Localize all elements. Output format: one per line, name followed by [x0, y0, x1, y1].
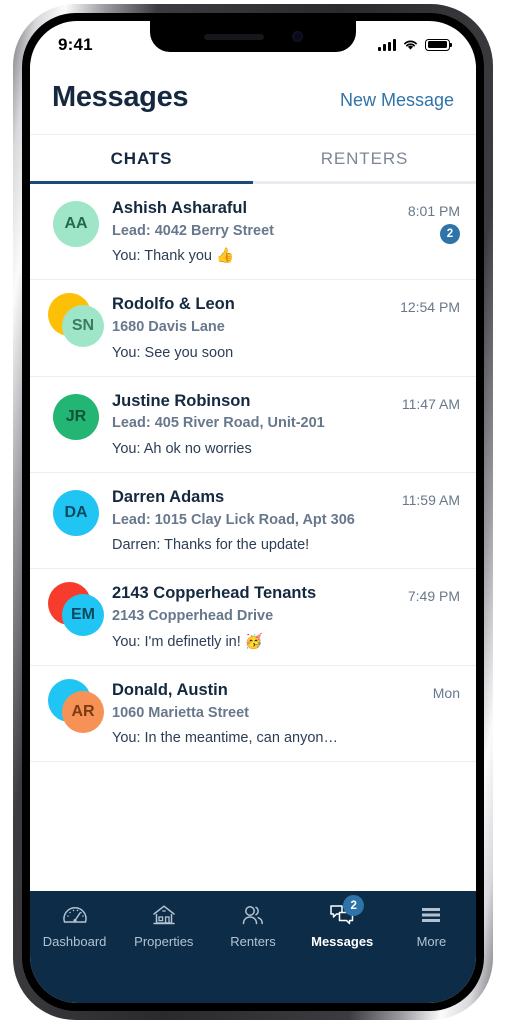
chat-text-block: Donald, Austin 1060 Marietta Street You:…: [112, 679, 386, 749]
new-message-button[interactable]: New Message: [340, 90, 454, 111]
unread-badge: 2: [440, 224, 460, 244]
page-title: Messages: [52, 81, 189, 113]
tab-renters[interactable]: RENTERS: [253, 135, 476, 184]
chat-preview: You: Ah ok no worries: [112, 441, 252, 458]
tab-chats[interactable]: CHATS: [30, 135, 253, 184]
chat-bubbles-icon: 2: [328, 895, 365, 928]
nav-item-renters[interactable]: Renters: [208, 902, 297, 949]
avatar: AA: [46, 197, 108, 255]
nav-label: Messages: [311, 934, 374, 949]
avatar-initials-circle: AR: [62, 690, 104, 733]
wifi-icon: [404, 40, 417, 50]
nav-unread-badge: 2: [343, 895, 365, 916]
nav-label: Properties: [134, 934, 194, 949]
chat-list-item[interactable]: SN Rodolfo & Leon 1680 Davis Lane You: S…: [30, 280, 476, 377]
avatar-initials-circle: JR: [53, 393, 99, 440]
avatar-group: SN: [46, 293, 108, 351]
chat-meta: 11:59 AM: [386, 486, 460, 508]
chat-name: Donald, Austin: [112, 680, 228, 699]
avatar-group: AR: [46, 678, 108, 737]
chat-list-item[interactable]: JR Justine Robinson Lead: 405 River Road…: [30, 377, 476, 474]
chat-timestamp: 11:47 AM: [401, 395, 460, 412]
chat-subtitle: Lead: 1015 Clay Lick Road, Apt 306: [112, 511, 355, 528]
chat-list-item[interactable]: AA Ashish Asharaful Lead: 4042 Berry Str…: [30, 184, 476, 281]
phone-screen: 9:41 Messages New Message CHATS RENTERS …: [30, 21, 476, 1003]
chat-meta: 8:01 PM 2: [386, 197, 460, 244]
chat-text-block: Rodolfo & Leon 1680 Davis Lane You: See …: [112, 293, 386, 363]
nav-label: Dashboard: [42, 934, 107, 949]
chat-name: Justine Robinson: [112, 391, 251, 410]
nav-item-dashboard[interactable]: Dashboard: [30, 902, 119, 949]
cellular-bars-icon: [378, 38, 396, 51]
avatar: JR: [46, 390, 108, 448]
chat-timestamp: 8:01 PM: [407, 203, 460, 219]
nav-label: Renters: [230, 934, 276, 949]
avatar-initials-circle: AA: [53, 201, 99, 247]
chat-preview: You: In the meantime, can anyon…: [112, 730, 338, 747]
party-face-emoji-icon: 🥳: [244, 633, 263, 650]
chat-preview: You: See you soon: [112, 344, 234, 361]
phone-frame: 9:41 Messages New Message CHATS RENTERS …: [13, 4, 493, 1020]
chat-timestamp: 12:54 PM: [400, 299, 460, 316]
chat-text-block: Justine Robinson Lead: 405 River Road, U…: [112, 390, 386, 460]
thumbs-up-emoji-icon: 👍: [216, 248, 235, 265]
chat-list-item[interactable]: AR Donald, Austin 1060 Marietta Street Y…: [30, 666, 476, 763]
avatar: DA: [46, 486, 108, 544]
chat-list[interactable]: AA Ashish Asharaful Lead: 4042 Berry Str…: [30, 184, 476, 817]
speedometer-icon: [61, 902, 89, 928]
nav-item-messages[interactable]: 2 Messages: [298, 895, 387, 949]
notch: [150, 21, 356, 52]
chat-subtitle: Lead: 405 River Road, Unit-201: [112, 415, 325, 432]
chat-name: Rodolfo & Leon: [112, 295, 235, 314]
chat-name: 2143 Copperhead Tenants: [112, 584, 317, 603]
chat-meta: Mon: [386, 679, 460, 701]
hamburger-list-icon: [417, 902, 445, 928]
front-camera-icon: [291, 31, 303, 42]
chat-preview: Darren: Thanks for the update!: [112, 537, 310, 554]
avatar-initials-circle: SN: [62, 305, 104, 348]
nav-item-more[interactable]: More: [387, 902, 476, 949]
chat-timestamp: 7:49 PM: [407, 588, 460, 605]
avatar-initials-circle: EM: [62, 594, 104, 637]
house-icon: [150, 902, 178, 928]
chat-meta: 7:49 PM: [386, 582, 460, 604]
chat-list-item[interactable]: DA Darren Adams Lead: 1015 Clay Lick Roa…: [30, 473, 476, 570]
chat-name: Ashish Asharaful: [112, 199, 248, 217]
chat-preview: You: I'm definetly in! 🥳: [112, 632, 386, 653]
bottom-navigation: Dashboard Properties Renters 2 Messages …: [30, 891, 476, 1003]
phone-bezel: 9:41 Messages New Message CHATS RENTERS …: [22, 13, 484, 1011]
battery-icon: [425, 38, 453, 51]
chat-timestamp: Mon: [432, 684, 460, 701]
chat-subtitle: 1060 Marietta Street: [112, 704, 250, 721]
chat-name: Darren Adams: [112, 488, 225, 507]
chat-text-block: Darren Adams Lead: 1015 Clay Lick Road, …: [112, 486, 386, 556]
nav-label: More: [416, 934, 447, 949]
avatar-group: EM: [46, 582, 108, 640]
earpiece-speaker-icon: [203, 33, 264, 40]
status-time: 9:41: [58, 34, 93, 54]
chat-preview-text: You: Thank you: [112, 248, 216, 265]
avatar-initials-circle: DA: [53, 490, 99, 537]
nav-item-properties[interactable]: Properties: [119, 902, 208, 949]
chat-subtitle: 2143 Copperhead Drive: [112, 608, 274, 625]
chat-list-item[interactable]: EM 2143 Copperhead Tenants 2143 Copperhe…: [30, 569, 476, 666]
app-header: Messages New Message: [30, 65, 476, 134]
people-icon: [239, 902, 267, 928]
status-icons: [378, 38, 453, 51]
chat-timestamp: 11:59 AM: [401, 492, 460, 509]
chat-meta: 12:54 PM: [386, 293, 460, 315]
chat-subtitle: 1680 Davis Lane: [112, 319, 225, 336]
chat-meta: 11:47 AM: [386, 390, 460, 412]
chat-preview-text: You: I'm definetly in!: [112, 633, 245, 650]
chat-text-block: 2143 Copperhead Tenants 2143 Copperhead …: [112, 582, 386, 652]
chat-preview: You: Thank you 👍: [112, 246, 386, 267]
tab-bar: CHATS RENTERS: [30, 134, 476, 184]
chat-text-block: Ashish Asharaful Lead: 4042 Berry Street…: [112, 197, 386, 267]
chat-subtitle: Lead: 4042 Berry Street: [112, 222, 274, 239]
